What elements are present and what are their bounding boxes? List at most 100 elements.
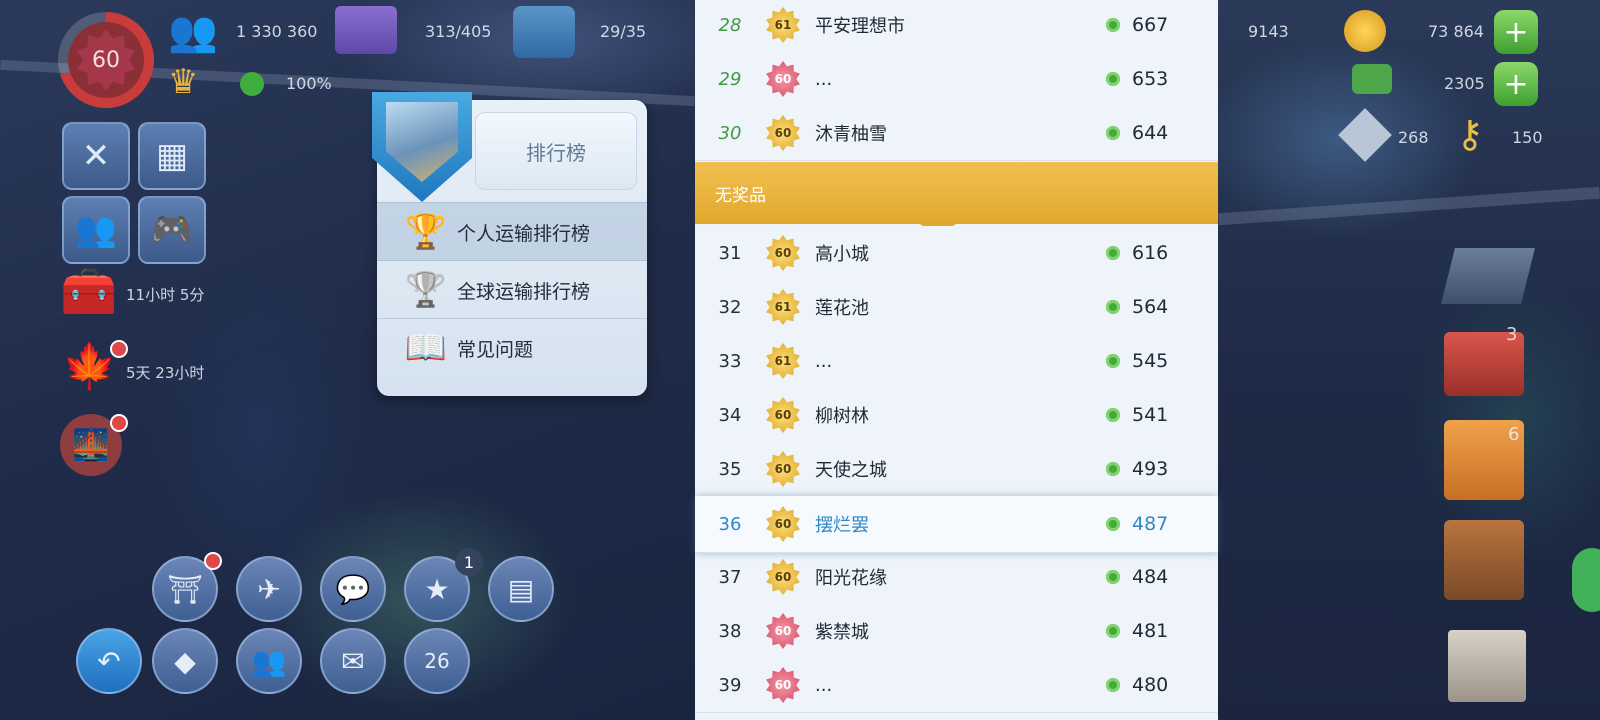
- chest-timer: 11小时 5分: [126, 286, 205, 304]
- friends-button[interactable]: 👥: [62, 196, 130, 264]
- happiness-value: 100%: [286, 74, 332, 93]
- crystal-icon: ◆: [174, 644, 196, 678]
- points-icon: [1106, 462, 1120, 476]
- points-value: 564: [1132, 296, 1169, 318]
- club-button[interactable]: 👥: [236, 628, 302, 694]
- keys-value: 150: [1512, 128, 1543, 147]
- tools-button[interactable]: ✕: [62, 122, 130, 190]
- chat-icon: 💬: [335, 572, 371, 606]
- leaderboard-row[interactable]: 31 60 高小城 616: [695, 226, 1218, 281]
- points-icon: [1106, 354, 1120, 368]
- points-value: 487: [1132, 513, 1169, 535]
- city-name: ...: [815, 350, 833, 372]
- airplane-icon: ✈: [257, 572, 281, 606]
- industry-build-icon[interactable]: [1444, 520, 1524, 600]
- leaderboard-list[interactable]: 无奖品 28 61 平安理想市 667 29 60... 653 30 60 沐青柚雪 644 31 6…: [695, 0, 1218, 720]
- mail-icon: ✉: [341, 644, 365, 678]
- city-name: 阳光花缘: [815, 568, 887, 589]
- points-icon: [1106, 624, 1120, 638]
- road-build-icon[interactable]: [1441, 248, 1535, 304]
- city-level-badge: 60: [766, 506, 800, 542]
- faq-item[interactable]: 📖 常见问题: [377, 318, 647, 377]
- pagoda-icon: ⛩: [167, 572, 203, 606]
- warehouse-icon[interactable]: [513, 6, 575, 58]
- leaderboard-row[interactable]: 37 60 阳光花缘 484: [695, 550, 1218, 605]
- city-level-badge: 60: [766, 559, 800, 595]
- city-level-badge: 60: [766, 667, 800, 703]
- no-prize-header: 无奖品: [695, 162, 1218, 224]
- city-name: 天使之城: [815, 460, 887, 481]
- points-value: 480: [1132, 674, 1169, 696]
- mail-button[interactable]: ✉: [320, 628, 386, 694]
- leaderboard-row[interactable]: 29 60... 653: [695, 52, 1218, 107]
- airport-button[interactable]: ✈: [236, 556, 302, 622]
- points-value: 616: [1132, 242, 1169, 264]
- chat-side-tab[interactable]: [1572, 548, 1600, 612]
- residential-count: 3: [1506, 324, 1518, 345]
- leaderboard-row[interactable]: 36 60 摆烂罢 487: [695, 496, 1218, 553]
- city-name: ...: [815, 674, 833, 696]
- personal-transport-ranking[interactable]: 🏆 个人运输排行榜: [377, 202, 647, 261]
- storage-building-icon[interactable]: [335, 6, 397, 54]
- leaderboard-row[interactable]: 32 61 莲花池 564: [695, 280, 1218, 335]
- leaderboard-row[interactable]: 28 61 平安理想市 667: [695, 0, 1218, 53]
- points-icon: [1106, 126, 1120, 140]
- crystal-button[interactable]: ◆: [152, 628, 218, 694]
- points-icon: [1106, 570, 1120, 584]
- no-prize-label: 无奖品: [715, 185, 766, 206]
- add-cash-button[interactable]: +: [1494, 62, 1538, 106]
- leaderboard-row[interactable]: 34 60 柳树林 541: [695, 388, 1218, 443]
- government-build-icon[interactable]: [1448, 630, 1526, 702]
- leaderboard-row[interactable]: 38 60 紫禁城 481: [695, 604, 1218, 659]
- chat-button[interactable]: 💬: [320, 556, 386, 622]
- points-value: 653: [1132, 68, 1169, 90]
- level-badge[interactable]: 60: [58, 12, 154, 108]
- key-icon: ⚷: [1456, 112, 1484, 156]
- rank-number: 29: [718, 68, 742, 90]
- gamepad-icon: 🎮: [150, 210, 194, 250]
- leaderboard-row[interactable]: 33 61... 545: [695, 334, 1218, 389]
- vip-crown-icon[interactable]: ♛: [168, 62, 198, 102]
- undo-arrow-icon: ↶: [97, 644, 121, 678]
- points-icon: [1106, 18, 1120, 32]
- news-button[interactable]: ▤: [488, 556, 554, 622]
- level-shield-button[interactable]: 26: [404, 628, 470, 694]
- city-level-badge: 60: [766, 61, 800, 97]
- population-icon: 👥: [168, 9, 218, 55]
- points-icon: [1106, 300, 1120, 314]
- global-transport-ranking[interactable]: 🏆 全球运输排行榜: [377, 260, 647, 319]
- rank-number: 34: [718, 404, 742, 426]
- tools-icon: ✕: [81, 136, 111, 176]
- add-coins-button[interactable]: +: [1494, 10, 1538, 54]
- city-level-badge: 61: [766, 7, 800, 43]
- autumn-leaf-event-icon[interactable]: 🍁: [62, 340, 117, 392]
- back-button[interactable]: ↶: [76, 628, 142, 694]
- plus-icon: +: [1503, 14, 1529, 50]
- banknote-icon: [1352, 64, 1392, 94]
- treasure-chest-icon[interactable]: 🧰: [60, 264, 117, 319]
- star-count-badge: 1: [455, 548, 483, 576]
- menu-title[interactable]: 排行榜: [475, 112, 637, 190]
- gamepad-button[interactable]: 🎮: [138, 196, 206, 264]
- city-level-badge: 60: [766, 397, 800, 433]
- calendar-button[interactable]: ▦: [138, 122, 206, 190]
- silver-trophy-icon: 🏆: [404, 270, 448, 310]
- happiness-icon: [240, 72, 264, 96]
- points-value: 667: [1132, 14, 1169, 36]
- commercial-count: 6: [1508, 424, 1520, 445]
- menu-item-label: 个人运输排行榜: [457, 222, 591, 245]
- tokens-value: 268: [1398, 128, 1429, 147]
- leaderboard-row[interactable]: 35 60 天使之城 493: [695, 442, 1218, 497]
- simcash-value: 9143: [1248, 22, 1289, 41]
- menu-item-label: 全球运输排行榜: [457, 280, 591, 303]
- coins-value: 73 864: [1428, 22, 1484, 41]
- city-name: 高小城: [815, 244, 869, 265]
- city-name: 莲花池: [815, 298, 869, 319]
- rank-number: 36: [718, 513, 742, 535]
- city-level-badge: 61: [766, 343, 800, 379]
- leaderboard-row[interactable]: 39 60... 480: [695, 658, 1218, 713]
- leaderboard-row[interactable]: 30 60 沐青柚雪 644: [695, 106, 1218, 161]
- points-value: 541: [1132, 404, 1169, 426]
- city-background-right: [1218, 0, 1600, 720]
- faq-book-icon: 📖: [404, 328, 448, 368]
